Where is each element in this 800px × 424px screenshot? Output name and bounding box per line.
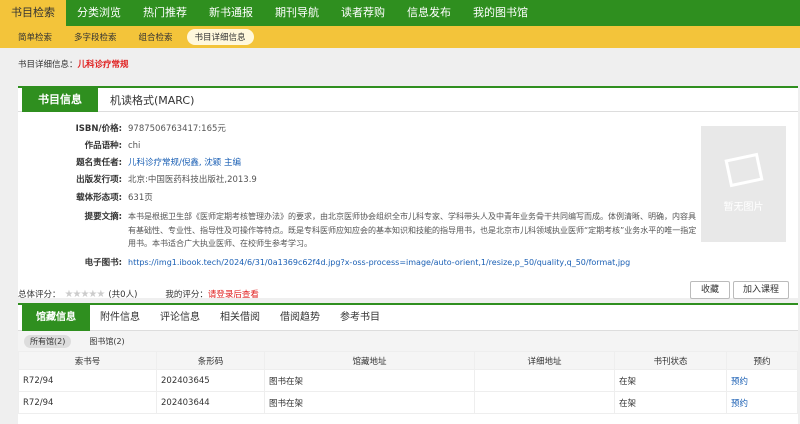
tab-attachments[interactable]: 附件信息	[90, 305, 150, 331]
tab-marc[interactable]: 机读格式(MARC)	[110, 92, 194, 108]
field-isbn: ISBN/价格: 9787506763417:165元	[18, 122, 698, 136]
location: 图书在架	[264, 369, 475, 392]
no-image-text: 暂无图片	[723, 201, 764, 213]
column-header: 详细地址	[474, 351, 615, 370]
status: 在架	[614, 369, 727, 392]
detail-address	[474, 369, 615, 392]
holdings-tabs: 馆藏信息 附件信息 评论信息 相关借阅 借阅趋势 参考书目	[18, 304, 798, 331]
status: 在架	[614, 391, 727, 414]
breadcrumb-title: 儿科诊疗常规	[77, 60, 129, 70]
subnav-simple-search[interactable]: 简单检索	[18, 31, 52, 43]
column-header: 预约	[726, 351, 798, 370]
tab-book-info[interactable]: 书目信息	[22, 87, 98, 112]
nav-tab-search[interactable]: 书目检索	[0, 0, 66, 26]
rating-label: 总体评分：	[18, 290, 61, 300]
cover-placeholder: 暂无图片	[701, 126, 786, 242]
nav-tab-news[interactable]: 信息发布	[396, 0, 462, 26]
field-label: ISBN/价格:	[75, 124, 122, 134]
field-value: chi	[128, 141, 141, 151]
field-physical: 载体形态项: 631页	[18, 191, 698, 205]
location: 图书在架	[264, 391, 475, 414]
favorite-button[interactable]: 收藏	[690, 281, 730, 299]
tab-related-loans[interactable]: 相关借阅	[210, 305, 270, 331]
nav-tab-new-books[interactable]: 新书通报	[198, 0, 264, 26]
rating-row: 总体评分： ★★★★★ (共0人) 我的评分： 请登录后查看	[18, 284, 798, 304]
table-row: R72/94 202403645 图书在架 在架 预约	[18, 369, 798, 392]
field-value: 631页	[128, 193, 153, 203]
column-header: 馆藏地址	[264, 351, 475, 370]
field-label: 出版发行项:	[76, 175, 122, 185]
field-label: 题名责任者:	[76, 158, 122, 168]
image-icon	[723, 152, 764, 187]
holdings-panel: 馆藏信息 附件信息 评论信息 相关借阅 借阅趋势 参考书目 所有馆(2) 图书馆…	[18, 303, 798, 424]
nav-tab-my-library[interactable]: 我的图书馆	[462, 0, 539, 26]
nav-tab-browse[interactable]: 分类浏览	[66, 0, 132, 26]
field-value: 9787506763417:165元	[128, 124, 226, 134]
book-info-header: 书目信息 机读格式(MARC)	[18, 87, 798, 112]
column-header: 条形码	[156, 351, 265, 370]
field-abstract: 提要文摘: 本书是根据卫生部《医师定期考核管理办法》的要求，由北京医师协会组织全…	[18, 210, 698, 251]
tab-loan-trend[interactable]: 借阅趋势	[270, 305, 330, 331]
library-main[interactable]: 图书馆(2)	[83, 335, 130, 348]
add-course-button[interactable]: 加入课程	[733, 281, 789, 299]
title-author-link[interactable]: 儿科诊疗常规/倪鑫, 沈颖 主编	[128, 156, 698, 170]
nav-tab-journals[interactable]: 期刊导航	[264, 0, 330, 26]
call-number: R72/94	[18, 391, 157, 414]
field-ebook: 电子图书: https://img1.ibook.tech/2024/6/31/…	[18, 256, 698, 270]
subnav-multi-field[interactable]: 多字段检索	[74, 31, 117, 43]
ebook-link[interactable]: https://img1.ibook.tech/2024/6/31/0a1369…	[128, 256, 698, 270]
barcode: 202403644	[156, 391, 265, 414]
column-header: 书刊状态	[614, 351, 727, 370]
library-filter: 所有馆(2) 图书馆(2)	[18, 331, 798, 351]
table-row: R72/94 202403644 图书在架 在架 预约	[18, 391, 798, 414]
tab-references[interactable]: 参考书目	[330, 305, 390, 331]
nav-tab-recommend[interactable]: 读者荐购	[330, 0, 396, 26]
field-value: 本书是根据卫生部《医师定期考核管理办法》的要求，由北京医师协会组织全市儿科专家、…	[128, 212, 697, 248]
reserve-link[interactable]: 预约	[726, 369, 798, 392]
field-value: 北京:中国医药科技出版社,2013.9	[128, 175, 257, 185]
field-label: 作品语种:	[84, 141, 122, 151]
subnav-detail[interactable]: 书目详细信息	[186, 29, 254, 45]
field-publisher: 出版发行项: 北京:中国医药科技出版社,2013.9	[18, 173, 698, 187]
tab-holdings[interactable]: 馆藏信息	[22, 304, 90, 331]
breadcrumb: 书目详细信息：儿科诊疗常规	[18, 58, 129, 70]
book-info-panel: 书目信息 机读格式(MARC) ISBN/价格: 9787506763417:1…	[18, 86, 798, 300]
field-label: 电子图书:	[84, 258, 122, 268]
subnav-combined[interactable]: 组合检索	[139, 31, 173, 43]
field-title-author: 题名责任者: 儿科诊疗常规/倪鑫, 沈颖 主编	[18, 156, 698, 170]
column-header: 索书号	[18, 351, 157, 370]
my-rating-label: 我的评分：	[165, 290, 208, 300]
table-header-row: 索书号 条形码 馆藏地址 详细地址 书刊状态 预约	[18, 351, 798, 370]
field-language: 作品语种: chi	[18, 139, 698, 153]
breadcrumb-label: 书目详细信息：	[18, 60, 78, 70]
library-all[interactable]: 所有馆(2)	[24, 334, 72, 348]
field-label: 载体形态项:	[76, 193, 122, 203]
star-rating-icon: ★★★★★	[64, 288, 106, 300]
nav-tab-hot[interactable]: 热门推荐	[132, 0, 198, 26]
field-label: 提要文摘:	[84, 212, 122, 222]
reserve-link[interactable]: 预约	[726, 391, 798, 414]
call-number: R72/94	[18, 369, 157, 392]
login-to-view-link[interactable]: 请登录后查看	[208, 288, 259, 300]
tab-comments[interactable]: 评论信息	[150, 305, 210, 331]
sub-navigation: 简单检索 多字段检索 组合检索 书目详细信息	[0, 26, 800, 48]
detail-address	[474, 391, 615, 414]
top-navigation: 书目检索 分类浏览 热门推荐 新书通报 期刊导航 读者荐购 信息发布 我的图书馆	[0, 0, 800, 26]
rating-count: (共0人)	[108, 290, 138, 300]
holdings-table: 索书号 条形码 馆藏地址 详细地址 书刊状态 预约 R72/94 2024036…	[18, 351, 798, 414]
barcode: 202403645	[156, 369, 265, 392]
